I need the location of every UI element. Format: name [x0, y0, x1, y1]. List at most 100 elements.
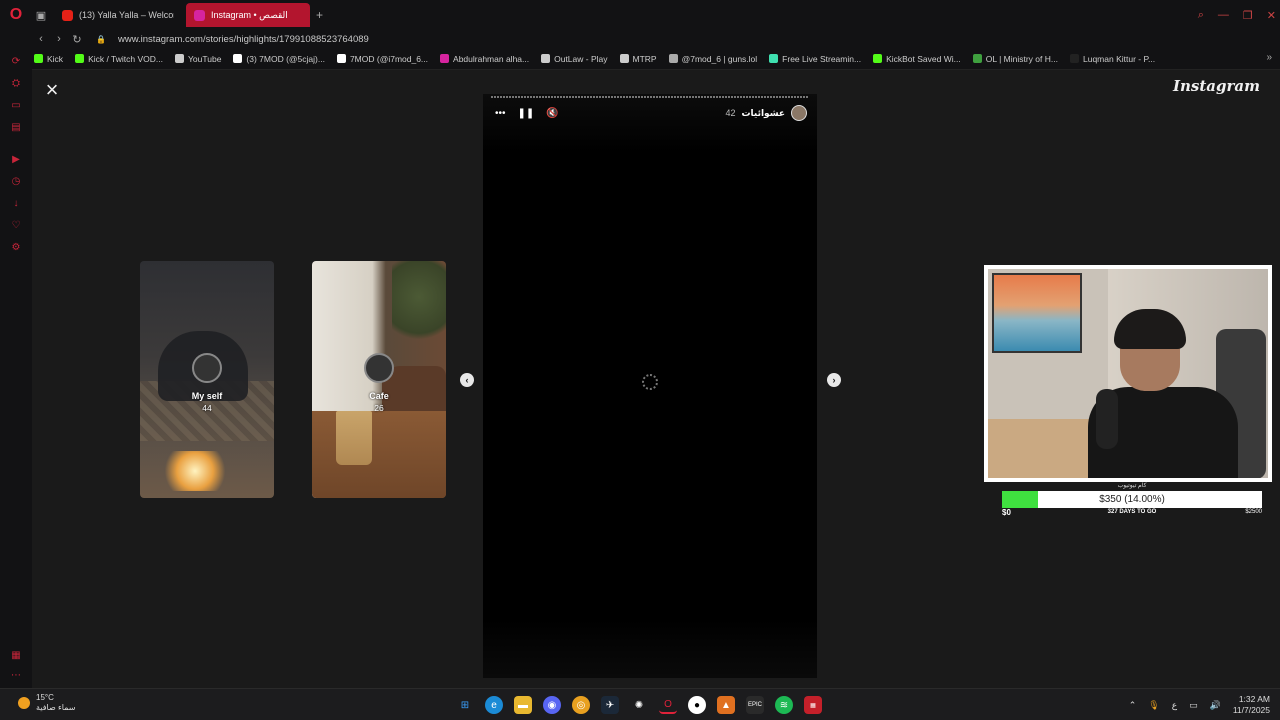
chat-icon[interactable]: ▭ [10, 100, 22, 112]
new-tab-button[interactable]: + [316, 8, 323, 22]
chatgpt-icon[interactable]: ✺ [630, 696, 648, 714]
network-icon[interactable]: ▭ [1189, 700, 1198, 711]
messenger-icon[interactable]: ⟳ [10, 56, 22, 68]
story-user-info[interactable]: 42 عشوائيات [725, 105, 807, 121]
highlight-thumbnail-cafe[interactable]: Cafe 26 [312, 261, 446, 498]
bookmark-item[interactable]: OL | Ministry of H... [972, 54, 1058, 64]
close-story-button[interactable]: × [42, 79, 62, 101]
steam-icon[interactable]: ✈ [601, 696, 619, 714]
tray-mic-icon[interactable]: 🎙 [1148, 700, 1159, 711]
more-options-icon[interactable]: ••• [495, 108, 506, 119]
bookmark-favicon-icon [541, 54, 551, 63]
heart-icon[interactable]: ♡ [10, 220, 22, 232]
discord-icon[interactable]: ◉ [543, 696, 561, 714]
avatar [192, 353, 222, 383]
mute-icon[interactable]: 🔇 [546, 108, 558, 119]
clock[interactable]: 1:32 AM 11/7/2025 [1233, 694, 1270, 716]
windows-start-icon[interactable]: ⊞ [456, 696, 474, 714]
file-explorer-icon[interactable]: ▬ [514, 696, 532, 714]
language-indicator[interactable]: ع [1172, 700, 1177, 711]
bookmark-item[interactable]: @7mod_6 | guns.lol [668, 54, 757, 64]
bookmark-item[interactable]: Kick / Twitch VOD... [75, 54, 163, 64]
weather-temp: 15°C [36, 693, 54, 702]
donation-goal: كام تيوتيوب $350 (14.00%) $0 327 DAYS TO… [1002, 482, 1262, 518]
edge-icon[interactable]: e [485, 696, 503, 714]
bookmark-favicon-icon [336, 54, 346, 63]
obs-icon[interactable]: ● [688, 696, 706, 714]
bookmark-item[interactable]: Kick [34, 54, 63, 64]
player-icon[interactable]: ▶ [10, 154, 22, 166]
story-username[interactable]: عشوائيات [741, 108, 785, 119]
chrome-icon[interactable]: ◎ [572, 696, 590, 714]
bookmark-favicon-icon [34, 54, 43, 63]
tab-grid-icon[interactable]: ▣ [32, 0, 50, 30]
address-bar: ‹ › ↻ 🔒 www.instagram.com/stories/highli… [0, 30, 1280, 48]
story-panel[interactable]: ••• ❚❚ 🔇 42 عشوائيات [483, 94, 817, 678]
lock-icon[interactable]: 🔒 [96, 35, 106, 44]
thumbnail-image [160, 451, 230, 491]
search-icon[interactable]: ⌕ [1198, 9, 1204, 22]
forward-icon[interactable]: › [50, 33, 68, 45]
volume-icon[interactable]: 🔊 [1210, 700, 1221, 711]
news-icon[interactable]: ▤ [10, 122, 22, 134]
pause-icon[interactable]: ❚❚ [518, 108, 535, 119]
spotify-icon[interactable]: ≋ [775, 696, 793, 714]
url-field[interactable]: www.instagram.com/stories/highlights/179… [118, 34, 369, 45]
bag-icon[interactable]: ⛭ [10, 78, 22, 90]
microphone-icon [1096, 389, 1118, 449]
app-a-icon[interactable]: ▲ [717, 696, 735, 714]
bookmark-item[interactable]: KickBot Saved Wi... [873, 54, 961, 64]
highlight-count: 44 [202, 403, 212, 413]
loading-spinner-icon [642, 374, 658, 390]
opera-sidebar: ⟳ ⛭ ▭ ▤ ▶ ◷ ↓ ♡ ⚙ ▦ ⋯ [0, 48, 32, 688]
webcam-image [992, 273, 1082, 353]
bookmark-item[interactable]: Free Live Streamin... [769, 54, 861, 64]
minimize-icon[interactable]: — [1218, 9, 1229, 21]
windows-taskbar: 15°C سماء صافية ⊞ e ▬ ◉ ◎ ✈ ✺ O ● ▲ EPIC… [0, 688, 1280, 720]
extensions-icon[interactable]: ▦ [10, 650, 22, 662]
clock-date: 11/7/2025 [1232, 705, 1270, 715]
settings-icon[interactable]: ⚙ [10, 242, 22, 254]
bookmark-item[interactable]: Luqman Kittur - P... [1069, 54, 1155, 64]
app-red-icon[interactable]: ▦ [804, 696, 822, 714]
highlight-name: Cafe [369, 391, 389, 401]
weather-widget[interactable]: 15°C سماء صافية [18, 693, 76, 713]
sidebar-more-icon[interactable]: ⋯ [10, 670, 22, 682]
back-icon[interactable]: ‹ [32, 33, 50, 45]
restore-icon[interactable]: ❐ [1243, 9, 1253, 22]
tab-label: (13) Yalla Yalla – Welcome [79, 10, 174, 20]
instagram-logo[interactable]: Instagram [1173, 77, 1260, 95]
goal-title: كام تيوتيوب [1117, 483, 1147, 489]
avatar [364, 353, 394, 383]
tab-yalla[interactable]: (13) Yalla Yalla – Welcome [54, 3, 182, 27]
reload-icon[interactable]: ↻ [68, 33, 86, 46]
bookmark-favicon-icon [619, 54, 629, 63]
highlight-thumbnail-myself[interactable]: My self 44 [140, 261, 274, 498]
bookmark-favicon-icon [972, 54, 982, 63]
close-icon[interactable]: ✕ [1267, 9, 1276, 22]
bookmark-item[interactable]: MTRP [619, 54, 657, 64]
thumbnail-image [336, 411, 372, 465]
bookmark-item[interactable]: Abdulrahman alha... [440, 54, 529, 64]
bookmark-item[interactable]: (3) 7MOD (@5cjaj)... [233, 54, 325, 64]
thumbnail-image [392, 261, 446, 351]
history-icon[interactable]: ◷ [10, 176, 22, 188]
bookmarks-more-icon[interactable]: » [1266, 52, 1272, 63]
download-icon[interactable]: ↓ [10, 198, 22, 210]
webcam-overlay [984, 265, 1272, 482]
system-tray: ⌃ 🎙 ع ▭ 🔊 1:32 AM 11/7/2025 [1129, 694, 1270, 716]
bookmark-item[interactable]: OutLaw - Play [541, 54, 608, 64]
next-story-button[interactable]: › [827, 373, 841, 387]
tray-chevron-icon[interactable]: ⌃ [1129, 700, 1137, 711]
previous-story-button[interactable]: ‹ [460, 373, 474, 387]
opera-icon[interactable]: O [659, 696, 677, 714]
bookmark-favicon-icon [873, 54, 883, 63]
bookmark-item[interactable]: YouTube [175, 54, 221, 64]
bookmark-item[interactable]: 7MOD (@i7mod_6... [336, 54, 428, 64]
opera-logo-icon[interactable]: O [0, 0, 32, 30]
bookmark-favicon-icon [175, 54, 185, 63]
avatar[interactable] [791, 105, 807, 121]
tab-instagram[interactable]: Instagram • القصص [186, 3, 310, 27]
epic-games-icon[interactable]: EPIC [746, 696, 764, 714]
youtube-icon [62, 9, 73, 21]
